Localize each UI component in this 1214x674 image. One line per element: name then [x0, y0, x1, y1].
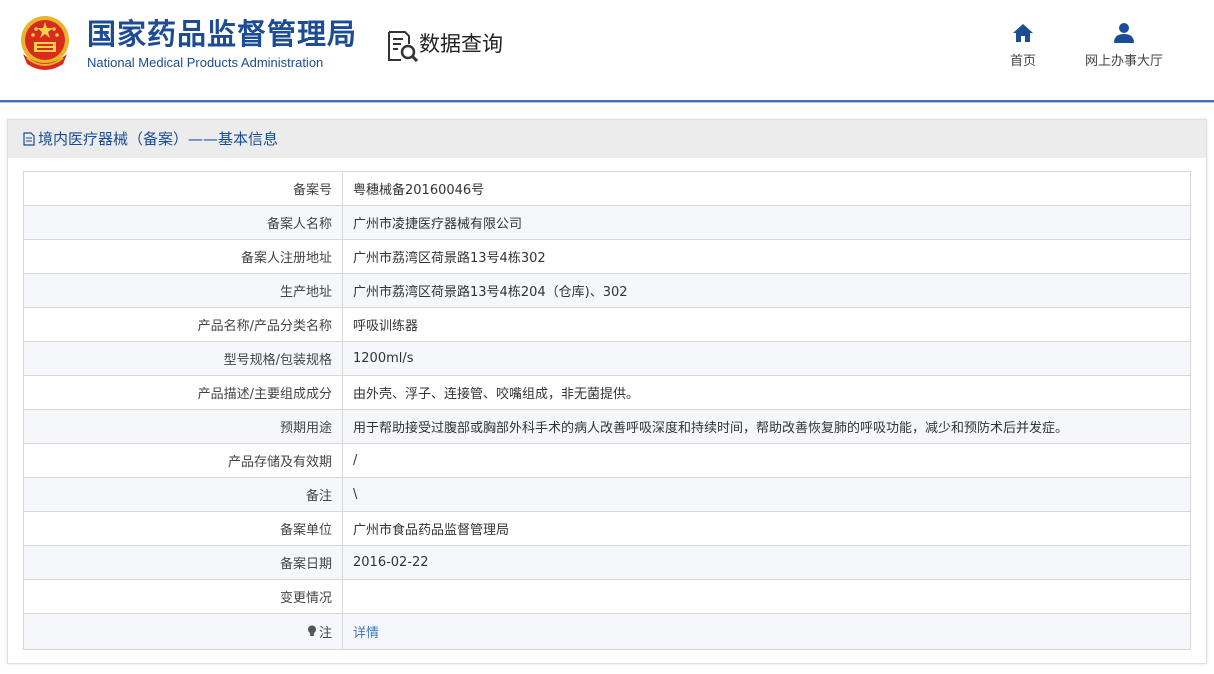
table-row: 备案号 粤穗械备20160046号 [23, 171, 1191, 206]
nav-home-label: 首页 [1009, 54, 1036, 69]
table-row: 生产地址 广州市荔湾区荷景路13号4栋204（仓库)、302 [23, 273, 1191, 308]
header-divider-shadow [0, 102, 1214, 103]
table-row: 备案人注册地址 广州市荔湾区荷景路13号4栋302 [23, 239, 1191, 274]
field-value: 粤穗械备20160046号 [342, 171, 1191, 206]
table-row: 备案人名称 广州市凌捷医疗器械有限公司 [23, 205, 1191, 240]
field-value: 由外壳、浮子、连接管、咬嘴组成，非无菌提供。 [342, 375, 1191, 410]
field-label: 备案号 [23, 171, 343, 206]
document-icon [23, 132, 35, 146]
user-icon [1114, 23, 1134, 43]
table-row-note: 注 详情 [23, 613, 1191, 650]
nav-online-service-hall-label: 网上办事大厅 [1084, 54, 1163, 69]
field-label: 型号规格/包装规格 [23, 341, 343, 376]
table-row: 变更情况 [23, 579, 1191, 614]
field-value: 2016-02-22 [342, 545, 1191, 580]
org-name-cn: 国家药品监督管理局 [87, 17, 358, 51]
table-row: 备案日期 2016-02-22 [23, 545, 1191, 580]
field-label: 产品描述/主要组成成分 [23, 375, 343, 410]
field-label: 备案人名称 [23, 205, 343, 240]
field-value [342, 579, 1191, 614]
note-label-text: 注 [318, 625, 332, 641]
data-query-title: 数据查询 [419, 32, 503, 56]
nav-home[interactable]: 首页 [1005, 22, 1041, 69]
field-value: 1200ml/s [342, 341, 1191, 376]
table-row: 型号规格/包装规格 1200ml/s [23, 341, 1191, 376]
details-link[interactable]: 详情 [353, 626, 379, 641]
field-value: 广州市荔湾区荷景路13号4栋302 [342, 239, 1191, 274]
table-row: 产品名称/产品分类名称 呼吸训练器 [23, 307, 1191, 342]
field-value: 呼吸训练器 [342, 307, 1191, 342]
info-table: 备案号 粤穗械备20160046号 备案人名称 广州市凌捷医疗器械有限公司 备案人注册地… [23, 171, 1191, 650]
org-name-en: National Medical Products Administration [87, 55, 324, 70]
field-label: 生产地址 [23, 273, 343, 308]
field-label: 备案人注册地址 [23, 239, 343, 274]
table-row: 产品存储及有效期 / [23, 443, 1191, 478]
field-label: 备案日期 [23, 545, 343, 580]
national-emblem-logo [21, 16, 69, 70]
table-row: 备案单位 广州市食品药品监督管理局 [23, 511, 1191, 546]
site-header: 国家药品监督管理局 National Medical Products Admi… [0, 0, 1214, 100]
panel-header: 境内医疗器械（备案）——基本信息 [8, 120, 1206, 158]
field-label: 备案单位 [23, 511, 343, 546]
document-search-icon [388, 31, 418, 62]
field-label: 预期用途 [23, 409, 343, 444]
home-icon [1013, 24, 1033, 42]
field-value: \ [342, 477, 1191, 512]
basic-info-panel: 境内医疗器械（备案）——基本信息 备案号 粤穗械备20160046号 备案人名称 广州… [7, 119, 1207, 664]
nav-online-service-hall[interactable]: 网上办事大厅 [1078, 22, 1170, 69]
panel-title: 境内医疗器械（备案）——基本信息 [38, 130, 279, 148]
field-value: 广州市荔湾区荷景路13号4栋204（仓库)、302 [342, 273, 1191, 308]
note-label: 注 [307, 622, 332, 641]
lightbulb-icon [307, 625, 316, 637]
table-row: 预期用途 用于帮助接受过腹部或胸部外科手术的病人改善呼吸深度和持续时间，帮助改善恢… [23, 409, 1191, 444]
field-value: 广州市凌捷医疗器械有限公司 [342, 205, 1191, 240]
field-value: 用于帮助接受过腹部或胸部外科手术的病人改善呼吸深度和持续时间，帮助改善恢复肺的呼… [342, 409, 1191, 444]
field-label: 备注 [23, 477, 343, 512]
note-label-cell: 注 [23, 613, 343, 650]
note-value-cell: 详情 [342, 613, 1191, 650]
table-row: 产品描述/主要组成成分 由外壳、浮子、连接管、咬嘴组成，非无菌提供。 [23, 375, 1191, 410]
field-label: 变更情况 [23, 579, 343, 614]
field-value: 广州市食品药品监督管理局 [342, 511, 1191, 546]
field-label: 产品存储及有效期 [23, 443, 343, 478]
field-value: / [342, 443, 1191, 478]
field-label: 产品名称/产品分类名称 [23, 307, 343, 342]
table-row: 备注 \ [23, 477, 1191, 512]
